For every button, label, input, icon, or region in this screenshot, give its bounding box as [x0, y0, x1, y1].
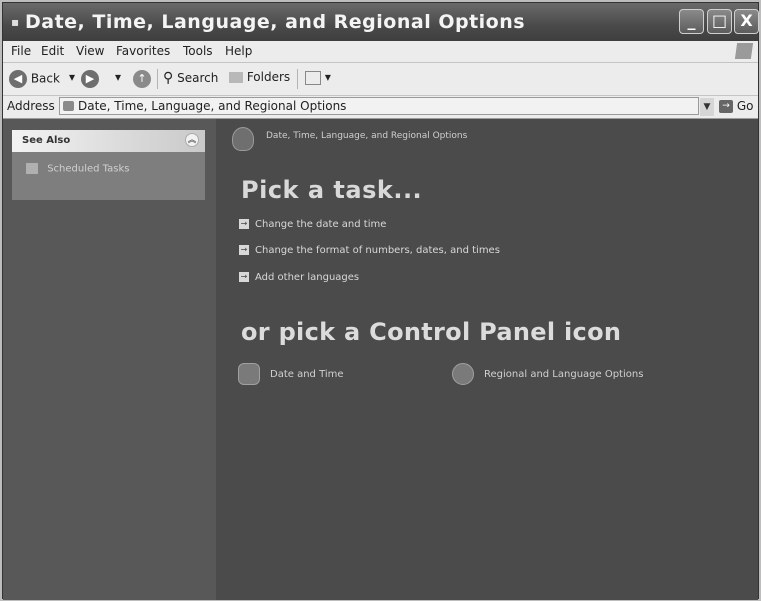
control-panel-icon: ▪	[11, 15, 20, 29]
forward-button[interactable]: ▶	[81, 70, 99, 88]
category-title: Date, Time, Language, and Regional Optio…	[266, 131, 468, 141]
toolbar-separator	[157, 69, 158, 89]
main-content: Date, Time, Language, and Regional Optio…	[216, 119, 758, 600]
task-add-languages[interactable]: → Add other languages	[239, 272, 359, 283]
task-label: Change the date and time	[255, 219, 387, 230]
see-also-header[interactable]: See Also ︽	[12, 130, 205, 152]
forward-dropdown[interactable]: ▾	[115, 70, 121, 84]
views-icon	[305, 70, 321, 85]
maximize-button[interactable]: □	[707, 9, 732, 34]
see-also-title: See Also	[22, 135, 71, 146]
go-button[interactable]: → Go	[719, 99, 753, 113]
menu-bar: File Edit View Favorites Tools Help	[3, 41, 758, 63]
task-change-format[interactable]: → Change the format of numbers, dates, an…	[239, 245, 500, 256]
menu-edit[interactable]: Edit	[41, 44, 64, 58]
search-label: Search	[177, 71, 219, 85]
search-button[interactable]: ⚲ Search	[163, 70, 218, 86]
windows-logo-icon	[734, 43, 754, 59]
minimize-button[interactable]: _	[679, 9, 704, 34]
control-panel-icon	[63, 101, 74, 111]
back-label: Back	[30, 71, 60, 86]
up-folder-icon: ↑	[133, 70, 151, 88]
address-dropdown-button[interactable]: ▼	[700, 98, 714, 116]
task-change-date-time[interactable]: → Change the date and time	[239, 219, 386, 230]
up-folder-button[interactable]: ↑	[133, 70, 151, 88]
regional-language-label: Regional and Language Options	[484, 369, 644, 380]
go-arrow-icon: →	[719, 100, 733, 113]
menu-favorites[interactable]: Favorites	[116, 44, 170, 58]
menu-view[interactable]: View	[76, 44, 104, 58]
address-value: Date, Time, Language, and Regional Optio…	[78, 99, 347, 113]
task-label: Add other languages	[255, 272, 360, 283]
menu-tools[interactable]: Tools	[183, 44, 213, 58]
folders-label: Folders	[246, 70, 291, 84]
back-dropdown[interactable]: ▾	[69, 70, 75, 84]
menu-file[interactable]: File	[11, 44, 31, 58]
title-bar[interactable]: ▪ Date, Time, Language, and Regional Opt…	[3, 3, 759, 41]
search-icon: ⚲	[163, 70, 174, 86]
forward-arrow-icon: ▶	[81, 70, 99, 88]
collapse-chevron-icon[interactable]: ︽	[185, 133, 199, 147]
task-arrow-icon: →	[239, 272, 249, 282]
task-arrow-icon: →	[239, 245, 249, 255]
scheduled-tasks-icon	[26, 163, 38, 174]
date-and-time-icon-link[interactable]: Date and Time	[238, 363, 344, 385]
date-and-time-label: Date and Time	[270, 369, 344, 380]
globe-icon	[452, 363, 474, 385]
toolbar: ◀ Back ▾ ▶ ▾ ↑ ⚲ Search Folders ▾	[3, 63, 758, 96]
control-panel-icon-heading: or pick a Control Panel icon	[241, 318, 622, 346]
menu-help[interactable]: Help	[225, 44, 252, 58]
task-arrow-icon: →	[239, 219, 249, 229]
address-bar: Address Date, Time, Language, and Region…	[3, 96, 758, 119]
clock-icon	[238, 363, 260, 385]
folders-button[interactable]: Folders	[229, 70, 290, 84]
address-label: Address	[7, 99, 55, 113]
back-arrow-icon: ◀	[9, 70, 27, 88]
category-icon	[232, 127, 254, 151]
see-also-section: See Also ︽ Scheduled Tasks	[12, 130, 205, 200]
scheduled-tasks-link[interactable]: Scheduled Tasks	[26, 163, 129, 175]
back-button[interactable]: ◀ Back	[9, 70, 60, 88]
pick-task-heading: Pick a task...	[241, 176, 423, 204]
views-button[interactable]: ▾	[305, 70, 331, 85]
address-field[interactable]: Date, Time, Language, and Regional Optio…	[59, 97, 699, 115]
views-dropdown-icon: ▾	[324, 70, 331, 84]
window-title: Date, Time, Language, and Regional Optio…	[25, 11, 526, 33]
go-label: Go	[736, 99, 754, 113]
regional-language-icon-link[interactable]: Regional and Language Options	[452, 363, 643, 385]
scheduled-tasks-label: Scheduled Tasks	[47, 163, 130, 175]
explorer-window: ▪ Date, Time, Language, and Regional Opt…	[2, 2, 759, 600]
toolbar-separator	[297, 69, 298, 89]
task-label: Change the format of numbers, dates, and…	[255, 245, 500, 256]
side-panel: See Also ︽ Scheduled Tasks	[3, 119, 216, 600]
folders-icon	[229, 72, 243, 83]
close-button[interactable]: X	[734, 9, 759, 34]
